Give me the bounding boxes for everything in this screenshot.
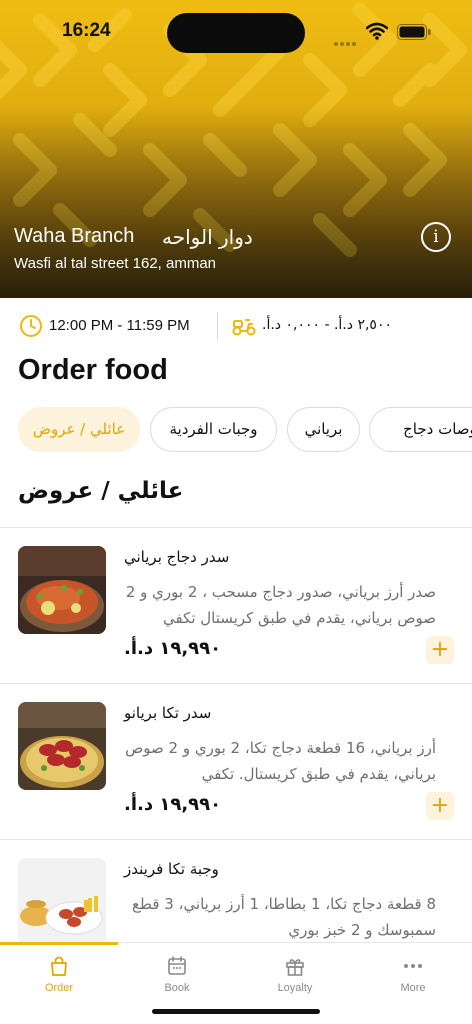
status-time: 16:24 <box>62 20 111 41</box>
section-heading-wrap: عائلي / عروض <box>18 478 183 510</box>
branch-address: Wasfi al tal street 162, amman <box>14 255 217 272</box>
item-description: أرز برياني، 16 قطعة دجاج تكا، 2 بوري و 2… <box>125 739 436 783</box>
more-dots-icon <box>404 964 422 968</box>
category-chip-family-offers[interactable]: عائلي / عروض <box>18 407 140 452</box>
add-to-cart-button[interactable]: + <box>426 636 454 664</box>
branch-info-row: 12:00 PM - 11:59 PM ٢,٥٠٠ د.أ. - ٠,٠٠٠ د… <box>0 298 472 354</box>
delivery-fee: ٢,٥٠٠ د.أ. - ٠,٠٠٠ د.أ. <box>262 317 392 333</box>
add-to-cart-button[interactable]: + <box>426 792 454 820</box>
category-chip-chicken-specials[interactable]: مخصوصات دجاج <box>369 407 472 452</box>
item-price: ١٩,٩٩٠ د.أ. <box>124 794 222 815</box>
bag-icon <box>51 956 67 976</box>
signal-dots-icon <box>334 31 360 46</box>
branch-name-arabic: دوار الواحه <box>162 225 253 249</box>
section-title: عائلي / عروض <box>18 478 184 504</box>
tab-label: Loyalty <box>277 982 313 994</box>
tab-order[interactable]: Order <box>0 955 118 1001</box>
item-price: ١٩,٩٩٠ د.أ. <box>124 638 222 659</box>
item-image-chicken-biryani <box>18 546 106 634</box>
item-description: 8 قطعة دجاج تكا، 1 بطاطا، 1 أرز برياني، … <box>132 895 436 939</box>
clock-icon <box>20 315 42 337</box>
item-name: سدر تكا بريانو <box>124 704 212 722</box>
item-name: وجبة تكا فريندز <box>124 860 219 878</box>
menu-item[interactable]: سدر دجاج برياني صدر أرز برياني، صدور دجا… <box>0 528 472 684</box>
tab-label: Book <box>164 982 190 994</box>
dynamic-island <box>167 13 305 53</box>
status-bar: 16:24 <box>0 0 472 60</box>
gift-icon <box>286 959 304 976</box>
home-indicator <box>152 1009 320 1014</box>
item-image-tikka-biryani <box>18 702 106 790</box>
calendar-icon <box>168 956 186 975</box>
category-chip-biryani[interactable]: برياني <box>287 407 360 452</box>
info-divider <box>217 312 218 340</box>
tab-loyalty[interactable]: Loyalty <box>236 955 354 1001</box>
branch-name: Waha Branch <box>14 225 135 247</box>
branch-hero: 16:24 Waha Branch دوار الواحه Wasfi al t… <box>0 0 472 298</box>
page-title: Order food <box>18 354 168 386</box>
tab-more[interactable]: More <box>354 955 472 1001</box>
delivery-scooter-icon <box>232 319 256 336</box>
tab-label: Order <box>44 982 74 994</box>
info-icon[interactable]: i <box>421 222 451 252</box>
opening-hours: 12:00 PM - 11:59 PM <box>49 317 190 334</box>
wifi-icon <box>366 22 388 40</box>
menu-item[interactable]: سدر تكا بريانو أرز برياني، 16 قطعة دجاج … <box>0 684 472 840</box>
category-chip-single-meals[interactable]: وجبات الفردية <box>150 407 277 452</box>
item-description: صدر أرز برياني، صدور دجاج مسحب ، 2 بوري … <box>125 583 436 627</box>
item-name: سدر دجاج برياني <box>124 548 230 566</box>
category-chips: عائلي / عروض وجبات الفردية برياني مخصوصا… <box>0 406 472 454</box>
tab-label: More <box>400 982 426 994</box>
battery-icon <box>397 24 431 40</box>
tab-book[interactable]: Book <box>118 955 236 1001</box>
item-image-tikka-friends <box>18 858 106 946</box>
active-tab-indicator <box>0 942 118 945</box>
